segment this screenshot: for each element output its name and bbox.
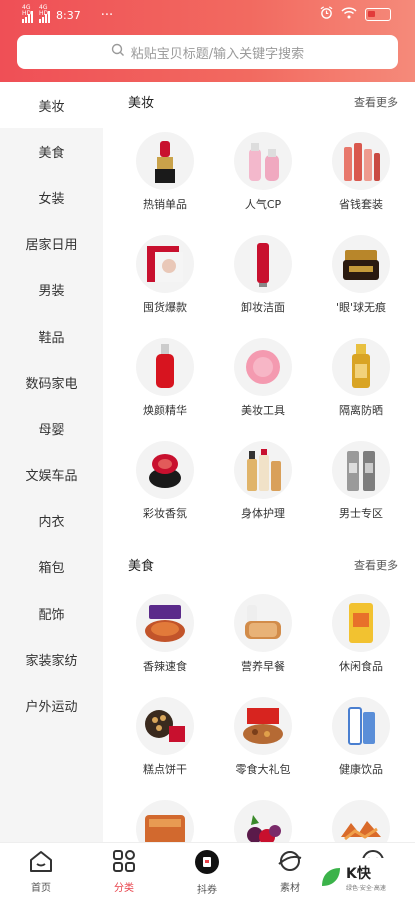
category-item[interactable]: 囤货爆款 xyxy=(125,235,205,315)
category-item[interactable]: 人气CP xyxy=(223,132,303,212)
sidebar-item-underwear[interactable]: 内衣 xyxy=(0,498,103,544)
category-item[interactable]: 焕颜精华 xyxy=(125,338,205,418)
planet-icon xyxy=(277,849,303,876)
signal-icon: 4G HD xyxy=(39,5,50,23)
tab-home[interactable]: 首页 xyxy=(6,849,76,894)
category-item[interactable]: 零食大礼包 xyxy=(223,697,303,777)
category-item[interactable]: '眼'球无痕 xyxy=(321,235,401,315)
search-placeholder: 粘贴宝贝标题/输入关键字搜索 xyxy=(130,46,305,62)
product-thumbnail xyxy=(332,235,390,293)
product-thumbnail xyxy=(136,338,194,396)
douyin-icon xyxy=(194,849,220,878)
product-thumbnail xyxy=(136,235,194,293)
section-title: 美妆 xyxy=(128,96,155,111)
product-thumbnail xyxy=(332,594,390,652)
section-title: 美食 xyxy=(128,559,155,574)
wifi-icon xyxy=(341,6,357,22)
sidebar-item-bags[interactable]: 箱包 xyxy=(0,544,103,590)
product-thumbnail xyxy=(136,132,194,190)
leaf-icon xyxy=(322,868,340,886)
category-item[interactable] xyxy=(125,800,205,842)
view-more-link[interactable]: 查看更多 xyxy=(354,557,398,573)
home-icon xyxy=(28,849,54,876)
product-thumbnail xyxy=(136,697,194,755)
product-thumbnail xyxy=(234,697,292,755)
tab-douquan[interactable]: 抖券 xyxy=(172,849,242,896)
category-icon xyxy=(111,849,137,876)
tab-material[interactable]: 素材 xyxy=(255,849,325,894)
product-thumbnail xyxy=(332,800,390,842)
product-thumbnail xyxy=(136,441,194,499)
sidebar-item-baby[interactable]: 母婴 xyxy=(0,405,103,451)
product-thumbnail xyxy=(234,235,292,293)
category-item[interactable]: 男士专区 xyxy=(321,441,401,521)
status-time: 8:37 xyxy=(56,8,81,22)
sidebar-item-outdoor[interactable]: 户外运动 xyxy=(0,682,103,728)
category-item[interactable]: 香辣速食 xyxy=(125,594,205,674)
watermark-logo: K快 绿色·安全·高速 xyxy=(320,858,412,896)
category-item[interactable] xyxy=(223,800,303,842)
category-item[interactable]: 糕点饼干 xyxy=(125,697,205,777)
product-thumbnail xyxy=(234,800,292,842)
category-item[interactable]: 彩妆香氛 xyxy=(125,441,205,521)
product-thumbnail xyxy=(332,338,390,396)
section-header-beauty: 美妆 查看更多 xyxy=(128,92,398,112)
sidebar-item-entertainment[interactable]: 文娱车品 xyxy=(0,452,103,498)
sidebar-item-home-textile[interactable]: 家装家纺 xyxy=(0,636,103,682)
view-more-link[interactable]: 查看更多 xyxy=(354,94,398,110)
product-thumbnail xyxy=(332,441,390,499)
product-thumbnail xyxy=(234,594,292,652)
sidebar-item-beauty[interactable]: 美妆 xyxy=(0,82,103,129)
status-more: ··· xyxy=(100,7,114,23)
battery-icon xyxy=(365,7,391,21)
product-thumbnail xyxy=(136,800,194,842)
category-item[interactable]: 卸妆洁面 xyxy=(223,235,303,315)
status-bar: 4G HD 4G HD 8:37 ··· xyxy=(0,0,415,30)
category-sidebar: 美妆 美食 女装 居家日用 男装 鞋品 数码家电 母婴 文娱车品 内衣 箱包 配… xyxy=(0,82,103,842)
sidebar-item-home[interactable]: 居家日用 xyxy=(0,221,103,267)
sidebar-item-food[interactable]: 美食 xyxy=(0,128,103,174)
category-item[interactable]: 美妆工具 xyxy=(223,338,303,418)
section-header-food: 美食 查看更多 xyxy=(128,555,398,575)
category-item[interactable]: 省钱套装 xyxy=(321,132,401,212)
sidebar-item-mens[interactable]: 男装 xyxy=(0,267,103,313)
product-thumbnail xyxy=(234,441,292,499)
search-icon xyxy=(111,43,125,61)
category-item[interactable] xyxy=(321,800,401,842)
product-thumbnail xyxy=(136,594,194,652)
category-item[interactable]: 身体护理 xyxy=(223,441,303,521)
sidebar-item-shoes[interactable]: 鞋品 xyxy=(0,313,103,359)
product-thumbnail xyxy=(332,697,390,755)
category-item[interactable]: 营养早餐 xyxy=(223,594,303,674)
sidebar-item-digital[interactable]: 数码家电 xyxy=(0,359,103,405)
category-item[interactable]: 休闲食品 xyxy=(321,594,401,674)
sidebar-item-accessories[interactable]: 配饰 xyxy=(0,590,103,636)
product-thumbnail xyxy=(332,132,390,190)
tab-category[interactable]: 分类 xyxy=(89,849,159,894)
signal-icon: 4G HD xyxy=(22,5,33,23)
search-bar[interactable]: 粘贴宝贝标题/输入关键字搜索 xyxy=(17,35,398,69)
category-item[interactable]: 热销单品 xyxy=(125,132,205,212)
alarm-icon xyxy=(320,6,333,22)
sidebar-item-womens[interactable]: 女装 xyxy=(0,174,103,220)
category-item[interactable]: 隔离防晒 xyxy=(321,338,401,418)
category-content: 美妆 查看更多 热销单品 人气CP 省钱套装 囤货爆款 卸妆洁面 '眼'球无痕 … xyxy=(103,82,415,842)
header: 4G HD 4G HD 8:37 ··· 粘贴宝贝标题/输入关键字搜索 xyxy=(0,0,415,82)
category-item[interactable]: 健康饮品 xyxy=(321,697,401,777)
product-thumbnail xyxy=(234,132,292,190)
product-thumbnail xyxy=(234,338,292,396)
